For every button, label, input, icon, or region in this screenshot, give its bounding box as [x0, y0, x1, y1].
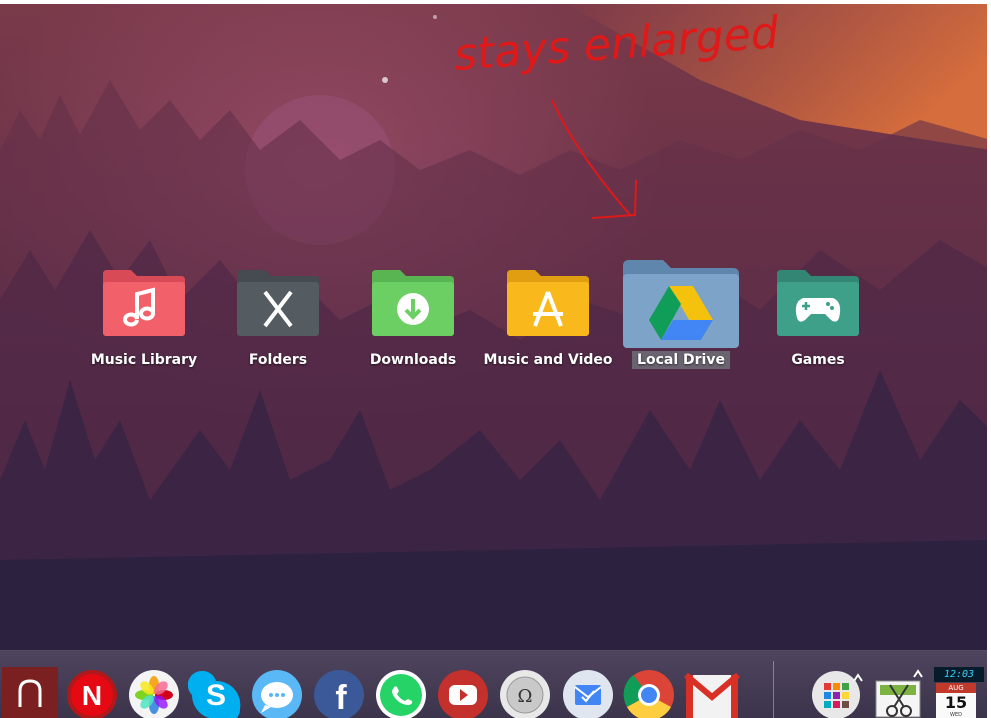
desktop: stays enlarged Music Library Folders Dow…	[0, 0, 991, 718]
skype-icon[interactable]: S	[187, 667, 241, 718]
folder-label: Music Library	[90, 352, 198, 368]
svg-text:f: f	[335, 679, 347, 717]
app-store-icon	[507, 270, 589, 336]
svg-text:Ω: Ω	[518, 686, 533, 707]
folder-label: Folders	[248, 352, 308, 368]
folder-label: Music and Video	[483, 352, 613, 368]
folder-folders[interactable]: Folders	[223, 262, 333, 382]
svg-text:S: S	[206, 679, 226, 712]
folder-music-library[interactable]: Music Library	[89, 262, 199, 382]
folder-games[interactable]: Games	[763, 262, 873, 382]
music-note-icon	[103, 270, 185, 336]
facebook-icon[interactable]: f	[313, 667, 365, 718]
google-drive-icon	[623, 260, 739, 348]
right-edge	[987, 0, 991, 718]
music-app-icon[interactable]	[2, 667, 58, 718]
wikipedia-icon[interactable]: Ω	[499, 667, 551, 718]
dock: N S f Ω 12:03 AUG 15 WED	[0, 650, 991, 718]
messages-icon[interactable]	[251, 667, 303, 718]
gmail-icon[interactable]	[684, 667, 740, 718]
dock-separator	[773, 661, 774, 718]
gamepad-icon	[777, 270, 859, 336]
photos-icon[interactable]	[128, 667, 180, 718]
whatsapp-icon[interactable]	[375, 667, 427, 718]
download-arrow-icon	[372, 270, 454, 336]
folder-label: Local Drive	[632, 351, 730, 369]
top-edge	[0, 0, 991, 4]
netflix-icon[interactable]: N	[66, 667, 118, 718]
clock-calendar-widget[interactable]: 12:03 AUG 15 WED	[934, 667, 986, 718]
calendar-weekday: WED	[950, 712, 962, 718]
folder-label: Downloads	[369, 352, 457, 368]
folder-local-drive[interactable]: Local Drive	[623, 260, 739, 382]
svg-text:N: N	[82, 680, 102, 711]
folder-music-and-video[interactable]: Music and Video	[483, 262, 613, 382]
folder-label: Games	[791, 352, 845, 368]
x-letter-icon	[237, 270, 319, 336]
youtube-icon[interactable]	[437, 667, 489, 718]
calendar-month: AUG	[936, 683, 976, 693]
chrome-icon[interactable]	[623, 667, 675, 718]
clock-time: 12:03	[934, 667, 984, 682]
inbox-mail-icon[interactable]	[562, 667, 614, 718]
app-grid-icon[interactable]	[810, 667, 863, 718]
folder-downloads[interactable]: Downloads	[358, 262, 468, 382]
snipping-tool-icon[interactable]	[872, 667, 924, 718]
